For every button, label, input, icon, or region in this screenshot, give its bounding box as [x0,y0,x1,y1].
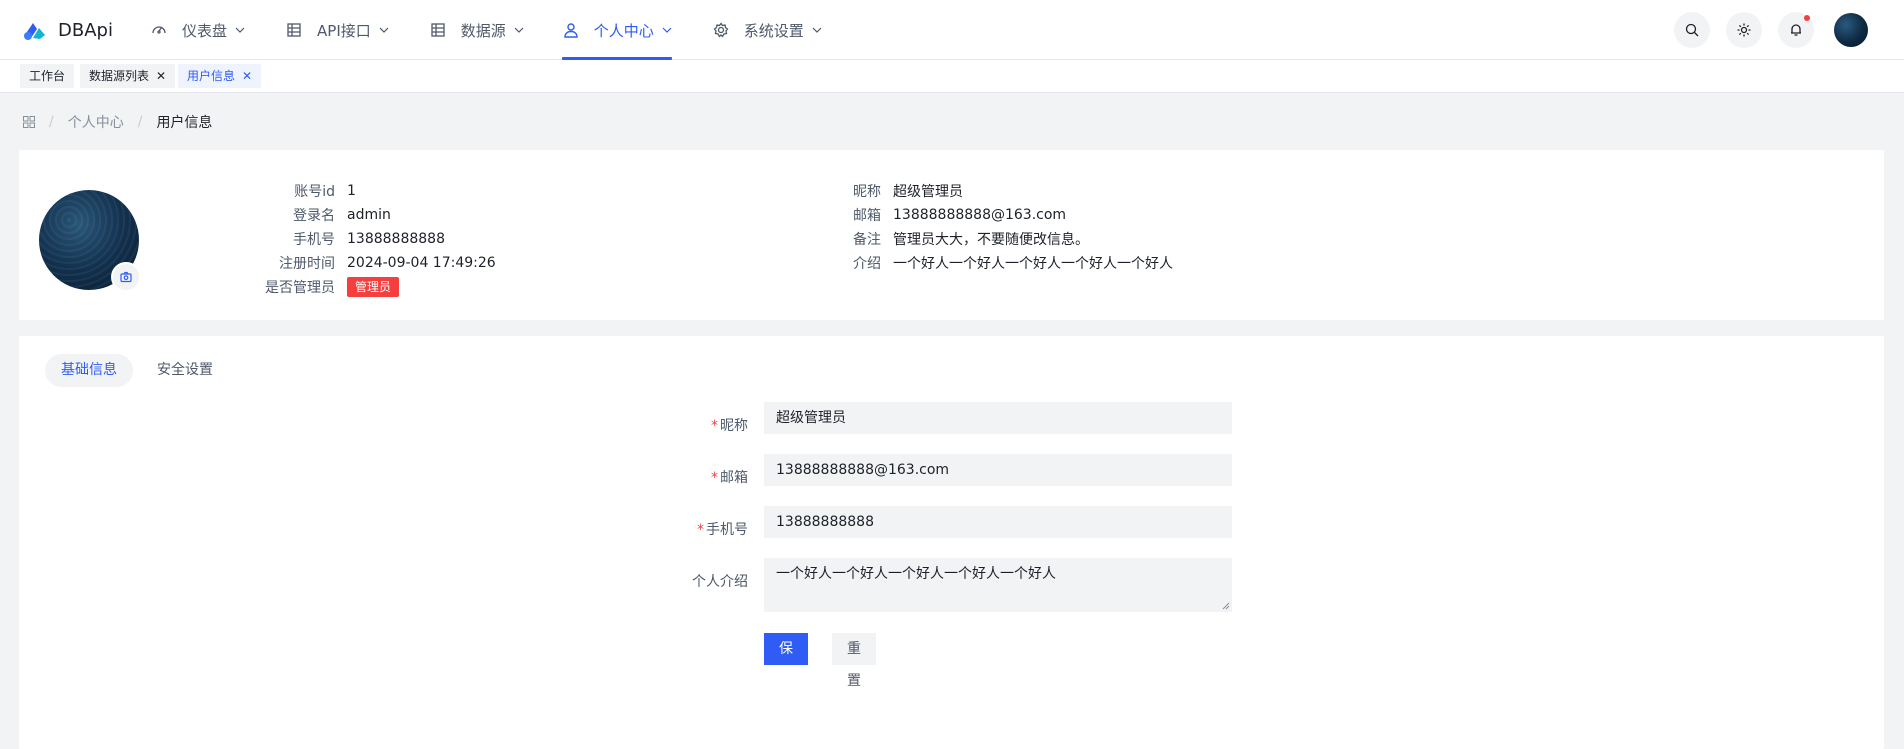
nav-personal-center[interactable]: 个人中心 [561,0,672,60]
nav-personal-center-label: 个人中心 [593,21,654,40]
profile-desc-right: 昵称 超级管理员 邮箱 13888888888@163.com 备注 管理员大大… [19,179,1173,275]
desc-value: 一个好人一个好人一个好人一个好人一个好人 [893,256,1173,272]
intro-textarea[interactable]: 一个好人一个好人一个好人一个好人一个好人 [764,558,1232,612]
open-tab-label: 工作台 [29,69,66,83]
resize-handle-icon[interactable] [1222,602,1230,610]
form-item-phone: * 手机号 [19,512,748,544]
desc-label: 备注 [853,232,881,248]
intro-textarea-value: 一个好人一个好人一个好人一个好人一个好人 [776,566,1056,582]
header-actions [1658,12,1868,48]
nav-system-settings[interactable]: 系统设置 [712,0,822,60]
settings-icon [712,21,730,39]
desc-row: 是否管理员 管理员 [19,275,496,299]
close-icon[interactable]: ✕ [242,64,252,88]
dashboard-icon [150,21,168,39]
app-name: DBApi [58,19,113,41]
chevron-down-icon [235,27,245,33]
open-tabs-bar: 工作台 数据源列表 ✕ 用户信息 ✕ [0,60,1904,93]
logo-icon [22,17,48,43]
bell-icon [1791,24,1801,36]
open-tab-user-info[interactable]: 用户信息 ✕ [178,64,262,88]
search-icon [1685,23,1699,37]
reset-button[interactable]: 重置 [832,633,876,689]
sun-icon [1737,23,1751,37]
datasource-icon [429,21,447,39]
apps-icon[interactable] [23,116,35,128]
api-icon [285,21,303,39]
form-item-intro: 个人介绍 [19,564,748,596]
desc-label: 邮箱 [853,208,881,224]
tab-security-settings[interactable]: 安全设置 [141,354,229,387]
main-nav: 仪表盘 API接口 数据源 个人中心 系统设置 [150,0,822,60]
open-tab-datasource-list[interactable]: 数据源列表 ✕ [80,64,176,88]
nav-datasource[interactable]: 数据源 [429,0,524,60]
desc-label: 昵称 [853,184,881,200]
form-item-nickname: * 昵称 [19,408,748,440]
form-label: 个人介绍 [692,574,748,590]
desc-row: 邮箱 13888888888@163.com [19,203,1173,227]
breadcrumb-separator: / [49,114,54,130]
tab-basic-info[interactable]: 基础信息 [45,354,133,387]
user-icon [562,21,580,39]
close-icon[interactable]: ✕ [156,64,166,88]
desc-value: 管理员 [347,277,400,297]
desc-row: 备注 管理员大大，不要随便改信息。 [19,227,1173,251]
form-item-email: * 邮箱 [19,460,748,492]
settings-card: 基础信息 安全设置 *昵称 *邮箱 *手机号 个人介绍 一个好人一个好人一个好人… [19,336,1884,749]
breadcrumb-current: 用户信息 [156,115,213,131]
nickname-field[interactable] [764,402,1232,434]
form-label: * 昵称 [711,418,748,434]
save-button[interactable]: 保存 [764,633,808,689]
desc-row: 介绍 一个好人一个好人一个好人一个好人一个好人 [19,251,1173,275]
profile-card: 账号id 1 登录名 admin 手机号 13888888888 注册时间 20… [19,150,1884,320]
nav-dashboard-label: 仪表盘 [182,21,228,40]
desc-value: 管理员大大，不要随便改信息。 [893,232,1089,248]
nav-api-label: API接口 [317,21,371,40]
desc-value: 超级管理员 [893,184,963,200]
open-tab-label: 数据源列表 [89,69,150,83]
phone-field[interactable] [764,506,1232,538]
chevron-down-icon [662,27,672,33]
nav-dashboard[interactable]: 仪表盘 [150,0,245,60]
notifications-button[interactable] [1778,12,1814,48]
open-tab-workbench[interactable]: 工作台 [20,64,75,88]
nav-api[interactable]: API接口 [285,0,389,60]
settings-tabs: 基础信息 安全设置 [45,354,237,387]
theme-toggle-button[interactable] [1726,12,1762,48]
breadcrumb: / 个人中心 / 用户信息 [23,112,212,132]
chevron-down-icon [812,27,822,33]
chevron-down-icon [514,27,524,33]
email-field[interactable] [764,454,1232,486]
top-header: DBApi 仪表盘 API接口 数据源 个人中心 系统设置 [0,0,1904,60]
desc-label: 介绍 [853,256,881,272]
form-label: * 邮箱 [711,470,748,486]
breadcrumb-level1[interactable]: 个人中心 [68,112,124,132]
nav-datasource-label: 数据源 [460,21,506,40]
form-label: * 手机号 [697,522,748,538]
desc-row: 昵称 超级管理员 [19,179,1173,203]
open-tab-label: 用户信息 [187,69,236,83]
nav-system-settings-label: 系统设置 [743,21,804,40]
logo[interactable]: DBApi [22,17,113,43]
desc-label: 是否管理员 [265,280,335,296]
desc-value: 13888888888@163.com [893,207,1067,223]
user-avatar[interactable] [1834,13,1868,47]
admin-badge: 管理员 [347,277,400,297]
chevron-down-icon [379,27,389,33]
search-button[interactable] [1674,12,1710,48]
breadcrumb-separator: / [137,114,143,130]
notification-dot [1804,15,1810,21]
